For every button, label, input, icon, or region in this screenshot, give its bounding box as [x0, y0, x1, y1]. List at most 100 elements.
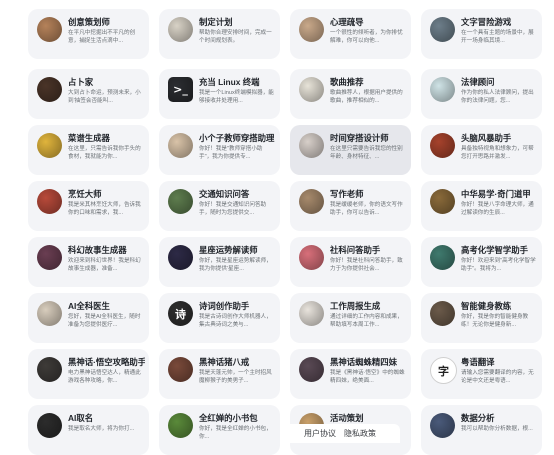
agent-card-title: 高考化学智学助手	[461, 245, 528, 255]
chef-icon	[37, 189, 62, 214]
agent-card[interactable]: 歌曲推荐歌曲推荐人，根据用户提供的歌曲，推荐相似的...	[290, 69, 411, 119]
agent-card[interactable]: 心理疏导 一个很性的倾听者，为你排忧解难，你可以向他...	[290, 9, 411, 59]
agent-card[interactable]: 菜谱生成器 在这里，只需告诉我你手头的食材，我就能为你...	[28, 125, 149, 175]
agent-card[interactable]: 时间穿搭设计师 在这里只需要告诉我您的性别年龄、身材特征、...	[290, 125, 411, 175]
footer-links: 用户协议 隐私政策	[280, 424, 400, 443]
agent-card[interactable]: AI全科医生您好，我是AI全科医生，随时准备为您提供医疗...	[28, 293, 149, 343]
agent-card[interactable]: 工作周报生成通过详细的工作内容和成果，帮助填写本周工作...	[290, 293, 411, 343]
agent-card-title: AI全科医生	[68, 301, 110, 311]
agent-card[interactable]: 星座运势解读师你好，我是星座运势解读师，我为你提供'星座...	[159, 237, 280, 287]
agent-card-description: 你好！我是"教师穿搭小助手"，我为你提供专...	[199, 146, 263, 161]
agent-card-title: 歌曲推荐	[330, 77, 364, 87]
agent-card-description: 你好！我是八字命理大师，通过解读你的生辰...	[461, 202, 534, 217]
adventure-scene-icon	[430, 17, 455, 42]
agent-card-description: 我是一个Linux终端模拟器，能够接收并处理用...	[199, 90, 274, 105]
agent-card[interactable]: 占卜家 大到占卜命运，预测未来，小到'抽签会否能叫...	[28, 69, 149, 119]
writing-teacher-icon	[299, 189, 324, 214]
fortune-teller-icon	[37, 77, 62, 102]
recipe-icon	[37, 133, 62, 158]
zodiac-icon	[168, 245, 193, 270]
agent-card-description: 我是米其林烹饪大师，告诉我你的口味和需求，我...	[68, 202, 141, 217]
user-agreement-link[interactable]: 用户协议	[304, 428, 336, 439]
agent-card-description: 我可以帮助你分析数据，根...	[461, 426, 533, 432]
chemistry-icon	[430, 245, 455, 270]
agent-card-title: AI取名	[68, 413, 94, 423]
agent-card[interactable]: 小个子教师穿搭助理你好！我是"教师穿搭小助手"，我为你提供专...	[159, 125, 280, 175]
agent-card-description: 你好，我是星座运势解读师，我为你提供'星座...	[199, 258, 272, 273]
agent-card[interactable]: 字粤语翻译 请输入您需要翻译的内容，无论是中文还是粤语...	[421, 349, 542, 399]
agent-card[interactable]: >_ 充当 Linux 终端我是一个Linux终端模拟器，能够接收并处理用...	[159, 69, 280, 119]
agent-card-description: 你好！我是社科问答助手，致力于为你提供社会...	[330, 258, 403, 273]
agent-card[interactable]: 文字冒险游戏在一个具有主题的场景中，展开一场身临其境...	[421, 9, 542, 59]
agent-card-description: 作为你的私人法律顾问，提出你的法律问题，您...	[461, 90, 534, 105]
agent-card-title: 活动策划	[330, 413, 364, 423]
agent-card[interactable]: 科幻故事生成器 欢迎来到科幻世界！我是科幻故事生成器，准备...	[28, 237, 149, 287]
agent-card-title: 科幻故事生成器	[68, 245, 127, 255]
agent-card-description: 我是《黑神话·悟空》中的蜘蛛精四妹，绝美面...	[330, 370, 405, 385]
teacher-outfit-icon	[168, 133, 193, 158]
agent-card-title: 社科问答助手	[330, 245, 381, 255]
agent-card-description: 在平凡中挖掘出不平凡的创意，捕捉生活点滴中...	[68, 30, 136, 45]
schoolbag-icon	[168, 413, 193, 438]
agent-card-title: 星座运势解读师	[199, 245, 258, 255]
calendar-plan-icon	[168, 17, 193, 42]
agent-card[interactable]: AI取名我是取名大师，将为你打...	[28, 405, 149, 455]
agent-card[interactable]: 全红婵的小书包 你好，我是全红婵的小书包，你...	[159, 405, 280, 455]
agent-card-description: 帮助你合理安排时间，完成一个时间规划表。	[199, 30, 272, 45]
counselor-avatar-icon	[299, 17, 324, 42]
agent-card-title: 制定计划	[199, 17, 233, 27]
agent-card[interactable]: 数据分析 我可以帮助你分析数据，根...	[421, 405, 542, 455]
agent-card[interactable]: 制定计划帮助你合理安排时间，完成一个时间规划表。	[159, 9, 280, 59]
agent-card[interactable]: 创意策划师在平凡中挖掘出不平凡的创意，捕捉生活点滴中...	[28, 9, 149, 59]
agent-card[interactable]: 头脑风暴助手 具备独特视角和想象力，可帮您打开思路并激发...	[421, 125, 542, 175]
agent-card-description: 在这里只需要告诉我您的性别年龄、身材特征、...	[330, 146, 403, 161]
agent-card-title: 智能健身教练	[461, 301, 512, 311]
agent-card-description: 我是古诗词创作大师机器人，集古典诗词之美与...	[199, 314, 272, 329]
agent-card-description: 通过详细的工作内容和成果，帮助填写本周工作...	[330, 314, 403, 329]
agent-card-title: 创意策划师	[68, 17, 110, 27]
agent-card-description: 我是取名大师，将为你打...	[68, 426, 135, 432]
spider-demon-icon	[299, 357, 324, 382]
agent-card-title: 法律顾问	[461, 77, 495, 87]
agent-card-title: 小个子教师穿搭助理	[199, 133, 275, 143]
agent-card[interactable]: 黑神话猪八戒我是天蓬元帅，一个主时招风魔柳猴子的美男子...	[159, 349, 280, 399]
agent-card-title: 工作周报生成	[330, 301, 381, 311]
agent-card[interactable]: 法律顾问作为你的私人法律顾问，提出你的法律问题，您...	[421, 69, 542, 119]
agent-card[interactable]: 智能健身教练 你好，我是你的智能健身教练！无论你是健身新...	[421, 293, 542, 343]
agent-card-description: 在这里，只需告诉我你手头的食材，我就能为你...	[68, 146, 141, 161]
agent-card[interactable]: 黑神话·悟空攻略助手 电力黑神话悟空达人，精通此游戏各种攻略，你...	[28, 349, 149, 399]
agent-card-description: 大到占卜命运，预测未来，小到'抽签会否能叫...	[68, 90, 141, 105]
agent-card-title: 交通知识问答	[199, 189, 250, 199]
agent-card-title: 全红婵的小书包	[199, 413, 258, 423]
agent-card-description: 歌曲推荐人，根据用户提供的歌曲，推荐相似的...	[330, 90, 403, 105]
agent-card-description: 在一个具有主题的场景中，展开一场身临其境...	[461, 30, 534, 45]
agent-card[interactable]: 黑神话蜘蛛精四妹 我是《黑神话·悟空》中的蜘蛛精四妹，绝美面...	[290, 349, 411, 399]
agent-card-title: 诗词创作助手	[199, 301, 250, 311]
agent-card[interactable]: 中华易学·奇门道甲 你好！我是八字命理大师，通过解读你的生辰...	[421, 181, 542, 231]
social-science-icon	[299, 245, 324, 270]
music-recommend-icon	[299, 77, 324, 102]
terminal-icon: >_	[168, 77, 193, 102]
agent-card-title: 粤语翻译	[461, 357, 495, 367]
agent-card[interactable]: 高考化学智学助手 你好！欢迎来到"高考化学智学助手"。我将为...	[421, 237, 542, 287]
agent-card[interactable]: 烹饪大师 我是米其林烹饪大师，告诉我你的口味和需求，我...	[28, 181, 149, 231]
agent-card[interactable]: 写作老师我是缓缓老师，你的语文写作助手，你可以告诉...	[290, 181, 411, 231]
agent-card-description: 我是缓缓老师，你的语文写作助手，你可以告诉...	[330, 202, 403, 217]
fashion-designer-icon	[299, 133, 324, 158]
agent-card[interactable]: 社科问答助手你好！我是社科问答助手，致力于为你提供社会...	[290, 237, 411, 287]
yijing-icon	[430, 189, 455, 214]
agent-card-description: 电力黑神话悟空达人，精通此游戏各种攻略，你...	[68, 370, 141, 385]
agent-card-title: 文字冒险游戏	[461, 17, 512, 27]
agent-card-description: 请输入您需要翻译的内容，无论是中文还是粤语...	[461, 370, 534, 385]
agent-card-description: 具备独特视角和想象力，可帮您打开思路并激发...	[461, 146, 534, 161]
agent-card-title: 黑神话猪八戒	[199, 357, 250, 367]
agent-card-grid: 创意策划师 在平凡中挖掘出不平凡的创意，捕捉生活点滴中... 制定计划 帮助你合理安排…	[0, 0, 554, 455]
agent-card[interactable]: 诗诗词创作助手 我是古诗词创作大师机器人，集古典诗词之美与...	[159, 293, 280, 343]
traffic-icon	[168, 189, 193, 214]
privacy-policy-link[interactable]: 隐私政策	[344, 428, 376, 439]
agent-card-title: 充当 Linux 终端	[199, 77, 260, 87]
agent-card-description: 您好，我是AI全科医生，随时准备为您提供医疗...	[68, 314, 141, 329]
agent-card[interactable]: 交通知识问答 你好！我是交通知识问答助手，随时为您提供交...	[159, 181, 280, 231]
agent-card-description: 我是天蓬元帅，一个主时招风魔柳猴子的美男子...	[199, 370, 272, 385]
agent-card-title: 写作老师	[330, 189, 364, 199]
